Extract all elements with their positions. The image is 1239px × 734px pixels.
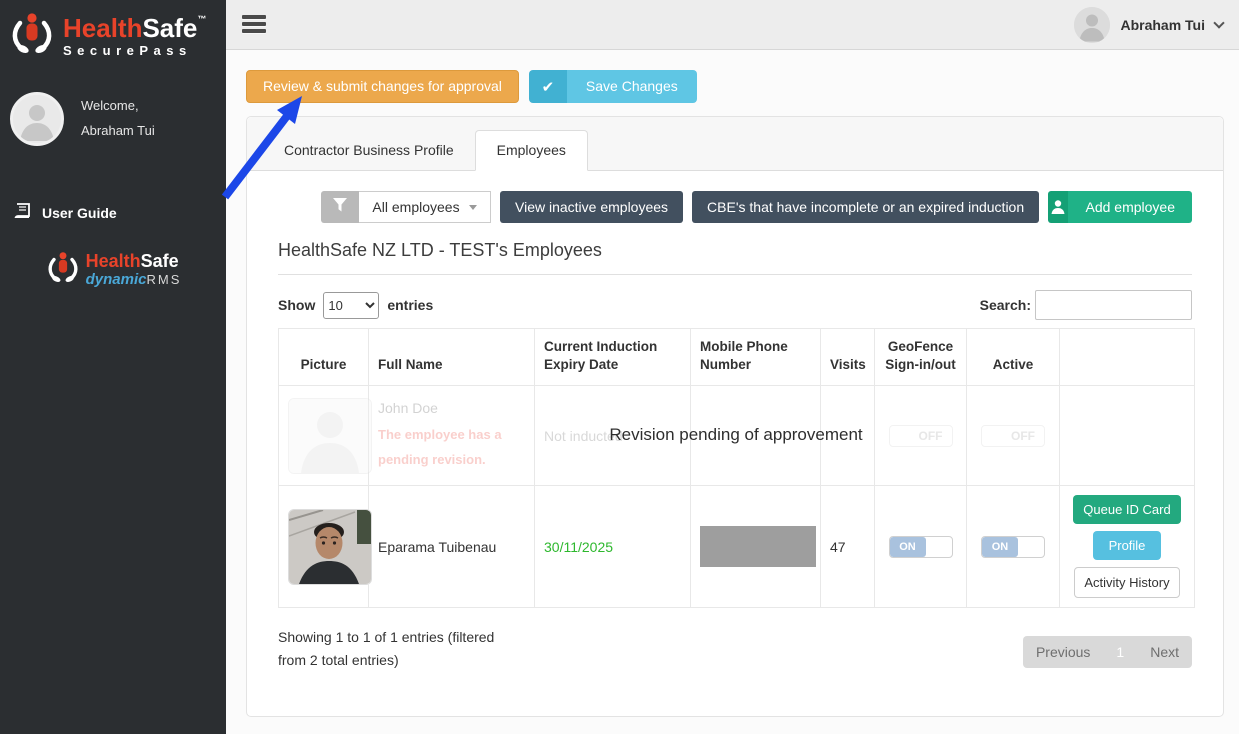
healthsafe-hands-icon-small <box>45 249 81 290</box>
employees-table-wrap: Picture Full Name Current Induction Expi… <box>278 328 1192 608</box>
activity-history-button[interactable]: Activity History <box>1074 567 1179 598</box>
next-page-button[interactable]: Next <box>1137 636 1192 668</box>
employee-filter-value: All employees <box>372 199 459 215</box>
add-employee-button[interactable]: Add employee <box>1048 191 1192 223</box>
content-card: Contractor Business Profile Employees Al… <box>246 116 1224 717</box>
show-label: Show <box>278 297 315 313</box>
previous-page-button[interactable]: Previous <box>1023 636 1103 668</box>
search-label: Search: <box>980 297 1031 313</box>
search-input[interactable] <box>1035 290 1192 320</box>
save-changes-label: Save Changes <box>567 70 697 103</box>
welcome-block: Welcome, Abraham Tui <box>10 92 226 146</box>
employee-filter-select[interactable]: All employees <box>359 191 491 223</box>
employee-name: Eparama Tuibenau <box>378 539 496 555</box>
table-controls: Show 10 entries Search: <box>278 290 1192 320</box>
chevron-down-icon <box>1213 17 1224 28</box>
entries-label: entries <box>387 297 433 313</box>
review-submit-button[interactable]: Review & submit changes for approval <box>246 70 519 103</box>
hamburger-menu-icon[interactable] <box>242 15 266 36</box>
active-toggle[interactable]: ON <box>981 536 1045 558</box>
employee-photo-placeholder <box>288 398 372 474</box>
sidebar-item-user-guide[interactable]: User Guide <box>13 203 226 222</box>
caret-down-icon <box>469 205 477 210</box>
brand-subtitle: SecurePass <box>63 44 206 57</box>
pending-revision-note: The employee has a pending revision. <box>378 422 525 472</box>
current-page[interactable]: 1 <box>1103 636 1137 668</box>
title-divider <box>278 274 1192 275</box>
add-employee-label: Add employee <box>1068 191 1192 223</box>
user-avatar <box>10 92 64 146</box>
page-size-select[interactable]: 10 <box>323 292 379 319</box>
visits-value: 47 <box>830 539 846 555</box>
col-visits: Visits <box>821 329 875 386</box>
view-inactive-employees-button[interactable]: View inactive employees <box>500 191 683 223</box>
filter-bar: All employees View inactive employees CB… <box>321 191 1192 223</box>
tab-employees[interactable]: Employees <box>475 130 588 171</box>
securepass-logo: HealthSafe™ SecurePass <box>0 0 226 72</box>
geofence-toggle[interactable]: OFF <box>889 425 953 447</box>
book-icon <box>13 203 32 222</box>
check-icon: ✔ <box>529 70 567 103</box>
sidebar: HealthSafe™ SecurePass Welcome, Abraham … <box>0 0 226 734</box>
col-active: Active <box>967 329 1060 386</box>
tab-strip: Contractor Business Profile Employees <box>247 117 1223 171</box>
filter-funnel-button[interactable] <box>321 191 359 223</box>
top-header: Abraham Tui <box>226 0 1239 50</box>
save-changes-button[interactable]: ✔ Save Changes <box>529 70 697 103</box>
col-full-name: Full Name <box>369 329 535 386</box>
table-header-row: Picture Full Name Current Induction Expi… <box>279 329 1195 386</box>
active-toggle[interactable]: OFF <box>981 425 1045 447</box>
user-menu[interactable]: Abraham Tui <box>1074 7 1223 43</box>
funnel-icon <box>332 198 348 217</box>
employee-photo <box>288 509 372 585</box>
col-mobile-phone: Mobile Phone Number <box>691 329 821 386</box>
table-row-employee: Eparama Tuibenau 30/11/2025 47 ON ON Que… <box>279 486 1195 608</box>
pagination: Previous 1 Next <box>1023 636 1192 668</box>
col-actions <box>1060 329 1195 386</box>
employees-table: Picture Full Name Current Induction Expi… <box>278 328 1195 608</box>
welcome-text: Welcome, Abraham Tui <box>81 94 155 143</box>
brand-name: HealthSafe™ <box>63 13 206 43</box>
person-icon <box>1048 191 1068 223</box>
healthsafe-hands-icon <box>8 9 56 62</box>
showing-entries-text: Showing 1 to 1 of 1 entries (filtered fr… <box>278 626 516 671</box>
page-title: HealthSafe NZ LTD - TEST's Employees <box>278 240 1192 261</box>
geofence-toggle[interactable]: ON <box>889 536 953 558</box>
induction-expiry-date: 30/11/2025 <box>544 539 613 555</box>
dynamic-rms-logo: HealthSafe dynamicRMS <box>0 249 226 290</box>
cbe-incomplete-induction-button[interactable]: CBE's that have incomplete or an expired… <box>692 191 1039 223</box>
queue-id-card-button[interactable]: Queue ID Card <box>1073 495 1180 524</box>
header-avatar <box>1074 7 1110 43</box>
employee-name: John Doe <box>378 400 525 416</box>
tab-contractor-business-profile[interactable]: Contractor Business Profile <box>263 131 475 170</box>
col-picture: Picture <box>279 329 369 386</box>
col-induction-expiry: Current Induction Expiry Date <box>535 329 691 386</box>
col-geofence: GeoFence Sign-in/out <box>875 329 967 386</box>
table-row-pending: John Doe The employee has a pending revi… <box>279 386 1195 486</box>
phone-number-redacted <box>700 526 816 567</box>
header-user-name: Abraham Tui <box>1120 17 1205 33</box>
user-guide-label: User Guide <box>42 205 117 221</box>
profile-button[interactable]: Profile <box>1093 531 1162 560</box>
table-footer: Showing 1 to 1 of 1 entries (filtered fr… <box>278 626 1192 671</box>
induction-status: Not inducted <box>544 428 623 444</box>
